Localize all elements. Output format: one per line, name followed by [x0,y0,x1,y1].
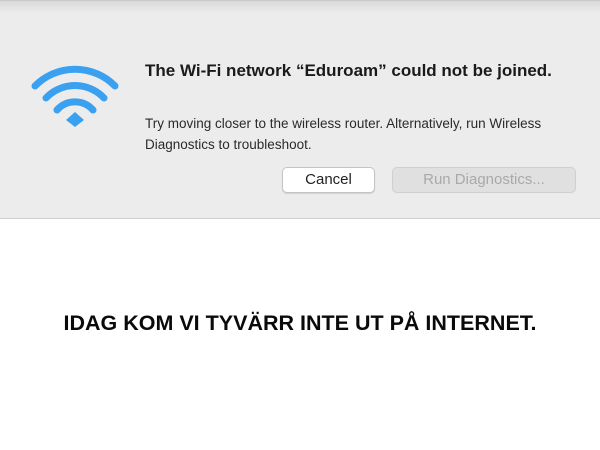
dialog-top-edge [0,1,600,13]
meme-image: The Wi-Fi network “Eduroam” could not be… [0,0,600,450]
run-diagnostics-button[interactable]: Run Diagnostics... [392,167,576,193]
cancel-button[interactable]: Cancel [282,167,375,193]
wifi-error-dialog: The Wi-Fi network “Eduroam” could not be… [0,0,600,219]
dialog-title: The Wi-Fi network “Eduroam” could not be… [145,61,552,80]
dialog-message: Try moving closer to the wireless router… [145,116,542,152]
wifi-icon [31,65,119,127]
meme-caption: IDAG KOM VI TYVÄRR INTE UT PÅ INTERNET. [63,311,537,335]
